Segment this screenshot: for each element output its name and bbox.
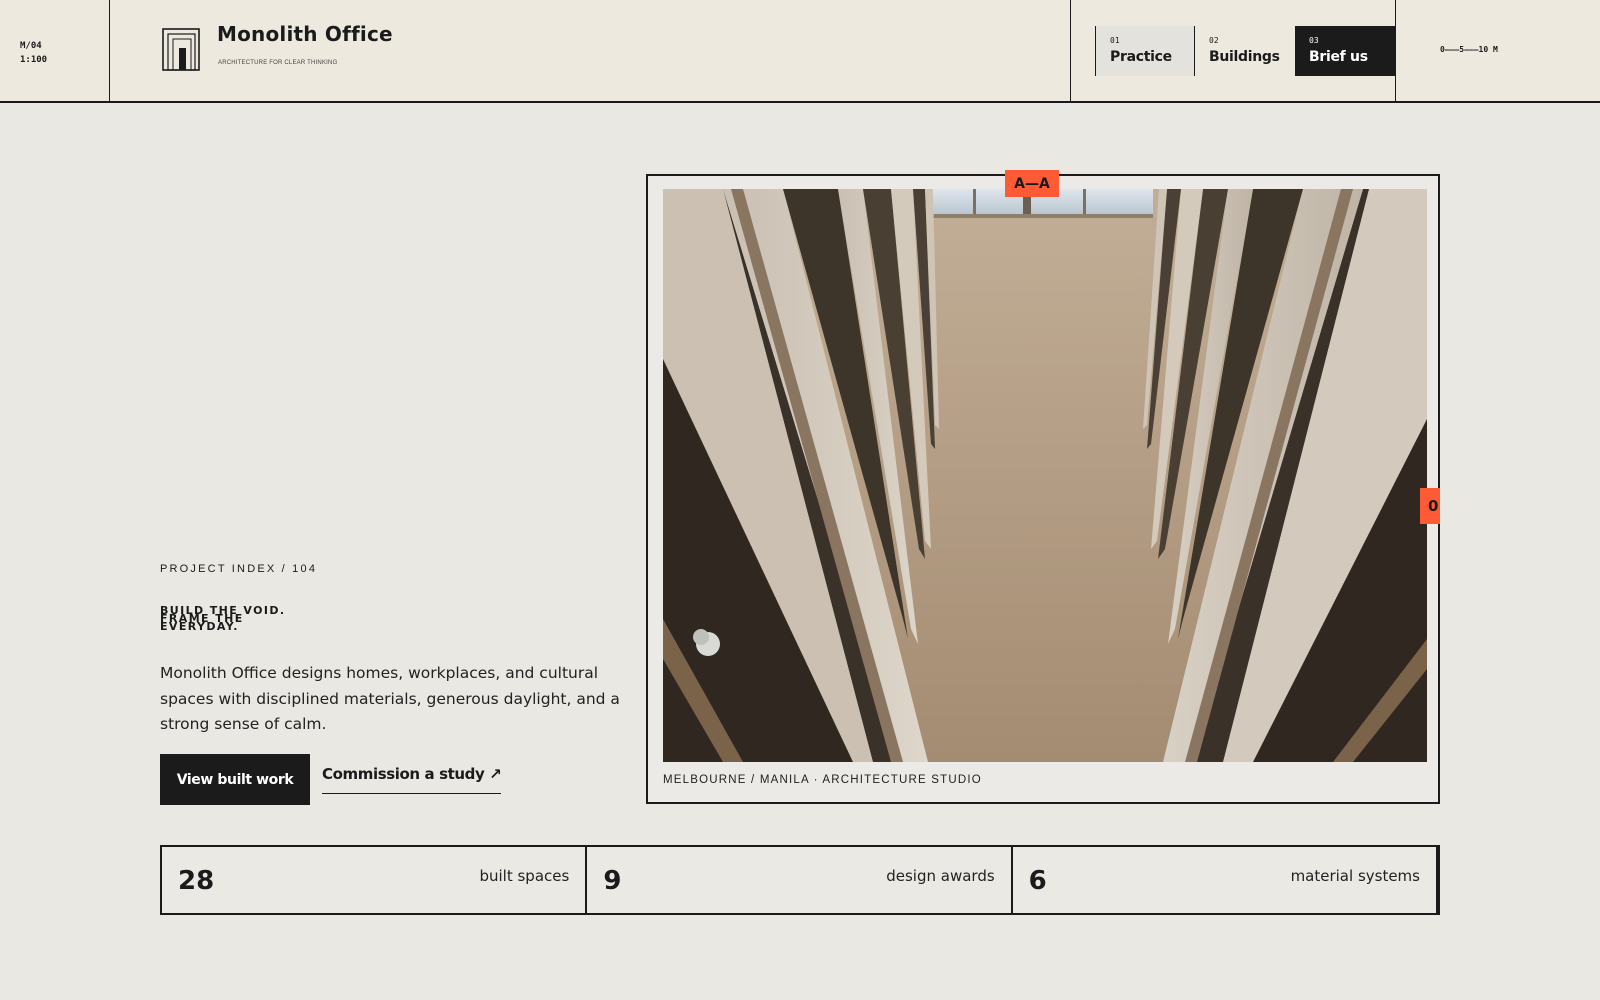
stat-label: design awards	[886, 867, 995, 885]
hero-headline: BUILD THE VOID. FRAME THE EVERYDAY.	[160, 605, 360, 633]
nav-item-buildings[interactable]: 02 Buildings	[1195, 26, 1295, 76]
commission-study-link[interactable]: Commission a study ↗	[322, 765, 502, 794]
stat-value: 9	[603, 866, 622, 896]
drawing-scale: 1:100	[20, 55, 48, 65]
drawing-sheet-number: M/04	[20, 41, 42, 51]
brand-cell: Monolith Office ARCHITECTURE FOR CLEAR T…	[110, 0, 1071, 101]
atrium-photo-image	[663, 189, 1427, 762]
stat-value: 6	[1028, 866, 1047, 896]
stat-design-awards: 9 design awards	[587, 847, 1013, 913]
nav-item-number: 01	[1110, 36, 1120, 45]
hero-photo	[663, 189, 1427, 762]
stat-label: material systems	[1290, 867, 1420, 885]
stat-built-spaces: 28 built spaces	[162, 847, 588, 913]
logo-icon[interactable]	[162, 28, 202, 72]
scale-bar-cell: 0———5———10 M	[1396, 0, 1600, 101]
drawing-meta-cell: M/04 1:100	[0, 0, 110, 101]
main-nav: 01 Practice 02 Buildings 03 Brief us	[1071, 0, 1396, 101]
nav-item-number: 03	[1309, 36, 1319, 45]
nav-item-label: Buildings	[1209, 49, 1280, 65]
stat-material-systems: 6 material systems	[1013, 847, 1438, 913]
nav-item-number: 02	[1209, 36, 1219, 45]
figure-number-tag: 01	[1420, 488, 1440, 524]
scale-bar: 0———5———10 M	[1440, 45, 1498, 54]
hero-figure: A—A 01	[646, 170, 1440, 804]
nav-item-brief-us[interactable]: 03 Brief us	[1295, 26, 1395, 76]
hero-description: Monolith Office designs homes, workplace…	[160, 664, 620, 733]
nav-item-label: Practice	[1110, 49, 1172, 65]
brand-tagline: ARCHITECTURE FOR CLEAR THINKING	[218, 60, 338, 66]
headline-line: EVERYDAY.	[160, 620, 239, 633]
brand-name[interactable]: Monolith Office	[217, 22, 393, 46]
stats-strip: 28 built spaces 9 design awards 6 materi…	[160, 845, 1440, 915]
view-built-work-button[interactable]: View built work	[160, 754, 310, 805]
section-marker-tag: A—A	[1005, 170, 1059, 197]
nav-item-label: Brief us	[1309, 49, 1368, 65]
project-index-label: PROJECT INDEX / 104	[160, 563, 318, 575]
drawing-code: M/04 1:100	[20, 39, 47, 67]
site-header: M/04 1:100 Monolith Office ARCHITECTURE …	[0, 0, 1600, 103]
nav-item-practice[interactable]: 01 Practice	[1095, 26, 1195, 76]
figure-caption: MELBOURNE / MANILA · ARCHITECTURE STUDIO	[663, 774, 982, 786]
stat-label: built spaces	[479, 867, 570, 885]
stat-value: 28	[178, 866, 215, 896]
